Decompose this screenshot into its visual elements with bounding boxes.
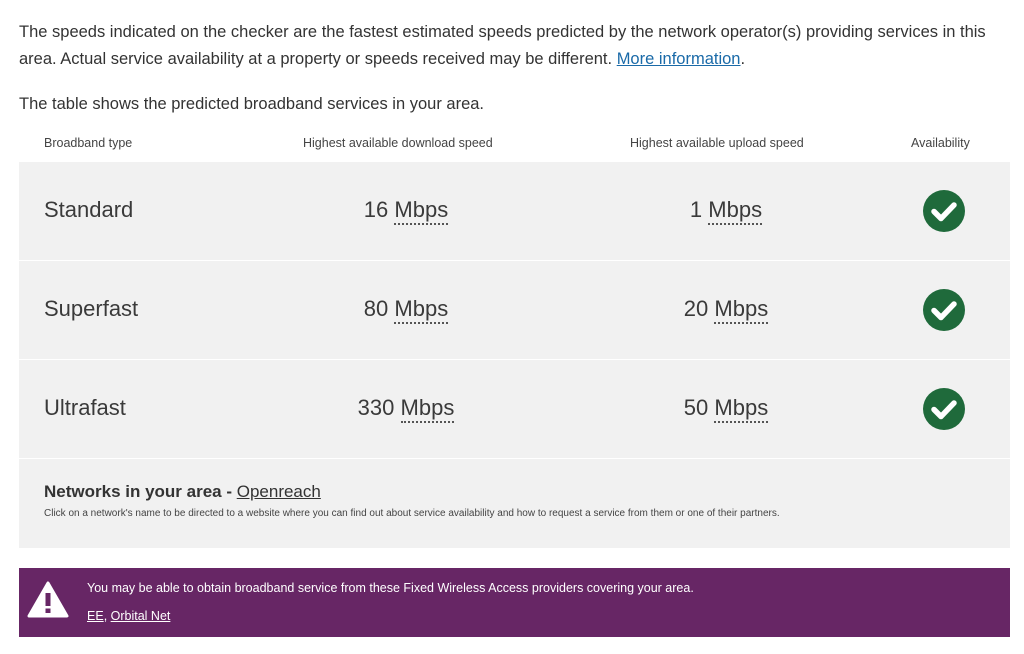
speed-unit: Mbps: [394, 197, 449, 225]
fixed-wireless-banner: You may be able to obtain broadband serv…: [19, 568, 1010, 637]
available-check-icon: [923, 289, 965, 331]
download-value: 16: [363, 197, 389, 222]
header-download-speed: Highest available download speed: [303, 136, 493, 150]
table-header: Broadband type Highest available downloa…: [19, 133, 1010, 157]
more-information-link[interactable]: More information: [617, 50, 741, 68]
broadband-table: Standard 16 Mbps 1 Mbps Superfast 80 Mbp…: [19, 162, 1010, 548]
intro-paragraph: The speeds indicated on the checker are …: [19, 19, 1009, 73]
banner-message: You may be able to obtain broadband serv…: [87, 581, 694, 595]
upload-value: 1: [689, 197, 703, 222]
page: The speeds indicated on the checker are …: [0, 0, 1024, 654]
networks-title: Networks in your area - Openreach: [44, 482, 994, 502]
table-row-superfast: Superfast 80 Mbps 20 Mbps: [19, 261, 1010, 360]
intro-text: The speeds indicated on the checker are …: [19, 23, 986, 68]
available-check-icon: [923, 388, 965, 430]
broadband-type: Standard: [44, 197, 134, 222]
speed-unit: Mbps: [400, 395, 455, 423]
networks-label: Networks in your area -: [44, 482, 237, 501]
speed-unit: Mbps: [714, 296, 769, 324]
available-check-icon: [923, 190, 965, 232]
networks-section: Networks in your area - Openreach Click …: [44, 482, 994, 519]
provider-links: EE, Orbital Net: [87, 609, 170, 623]
header-upload-speed: Highest available upload speed: [630, 136, 804, 150]
table-lead: The table shows the predicted broadband …: [19, 95, 485, 113]
networks-note: Click on a network's name to be directed…: [44, 508, 780, 519]
header-availability: Availability: [911, 136, 970, 150]
upload-value: 50: [683, 395, 709, 420]
speed-unit: Mbps: [394, 296, 449, 324]
upload-speed: 1 Mbps: [599, 197, 853, 225]
speed-unit: Mbps: [714, 395, 769, 423]
table-row-standard: Standard 16 Mbps 1 Mbps: [19, 162, 1010, 261]
provider-link-ee[interactable]: EE: [87, 609, 104, 623]
download-speed: 80 Mbps: [279, 296, 533, 324]
speed-unit: Mbps: [708, 197, 763, 225]
broadband-type: Ultrafast: [44, 395, 126, 420]
upload-speed: 20 Mbps: [599, 296, 853, 324]
header-broadband-type: Broadband type: [44, 136, 133, 150]
provider-separator: ,: [103, 609, 111, 623]
download-value: 330: [357, 395, 395, 420]
download-value: 80: [363, 296, 389, 321]
table-row-ultrafast: Ultrafast 330 Mbps 50 Mbps: [19, 360, 1010, 459]
broadband-type: Superfast: [44, 296, 139, 321]
download-speed: 16 Mbps: [279, 197, 533, 225]
upload-speed: 50 Mbps: [599, 395, 853, 423]
warning-icon: [26, 580, 70, 625]
download-speed: 330 Mbps: [279, 395, 533, 423]
upload-value: 20: [683, 296, 709, 321]
provider-link-orbital-net[interactable]: Orbital Net: [111, 609, 171, 623]
openreach-link[interactable]: Openreach: [237, 482, 321, 501]
intro-suffix: .: [740, 50, 746, 68]
